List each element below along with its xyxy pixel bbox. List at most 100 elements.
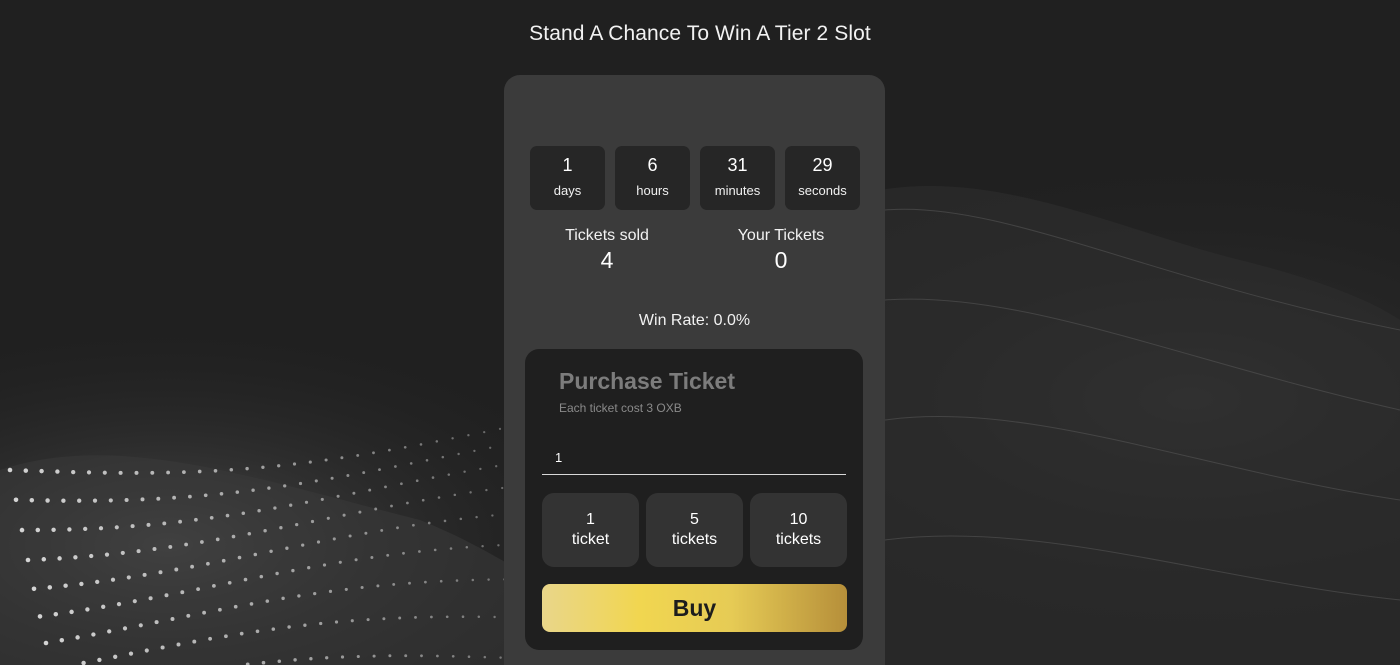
background-particle (196, 587, 201, 592)
background-particle (439, 579, 443, 583)
background-particle (436, 654, 439, 658)
background-particle (142, 572, 147, 577)
background-particle (200, 540, 204, 544)
background-particle (388, 654, 392, 658)
background-particle (356, 453, 360, 457)
tickets-sold-value: 4 (600, 247, 614, 273)
background-particle (97, 657, 102, 663)
countdown-timer: 1 days 6 hours 31 minutes 29 seconds (530, 146, 860, 210)
background-particle (451, 437, 454, 440)
background-particle (310, 519, 315, 524)
background-particle (257, 508, 261, 513)
background-particle (326, 516, 330, 520)
background-particle (218, 607, 222, 612)
countdown-value: 1 (562, 155, 573, 175)
countdown-days: 1 days (530, 146, 605, 210)
preset-1-ticket-button[interactable]: 1 ticket (542, 493, 639, 567)
background-particle (277, 464, 281, 468)
background-particle (501, 486, 504, 490)
background-particle (158, 570, 163, 575)
background-particle (366, 618, 370, 622)
page-title: Stand A Chance To Win A Tier 2 Slot (529, 22, 871, 45)
background-particle (441, 455, 445, 459)
background-particle (303, 623, 307, 627)
preset-10-tickets-button[interactable]: 10 tickets (750, 493, 847, 567)
background-particle (57, 556, 62, 561)
background-particle (287, 625, 291, 629)
background-particle (212, 584, 216, 588)
background-particle (182, 470, 186, 474)
background-particle (493, 615, 496, 619)
preset-5-tickets-button[interactable]: 5 tickets (646, 493, 743, 567)
background-particle (469, 491, 472, 494)
background-particle (192, 639, 197, 644)
countdown-value: 31 (727, 155, 748, 175)
background-particle (98, 526, 104, 531)
background-particle (275, 571, 279, 576)
background-particle (322, 563, 327, 567)
background-particle (485, 488, 488, 492)
background-particle (213, 469, 218, 473)
background-particle (148, 596, 153, 601)
background-particle (285, 546, 289, 550)
background-particle (243, 577, 248, 582)
your-tickets-label: Your Tickets (737, 227, 825, 244)
background-particle (186, 613, 191, 618)
background-particle (376, 584, 380, 588)
background-particle (360, 585, 364, 590)
background-particle (430, 615, 433, 619)
background-particle (178, 519, 183, 524)
background-particle (23, 468, 29, 473)
background-particle (487, 578, 490, 581)
background-particle (253, 552, 258, 557)
background-particle (332, 537, 336, 541)
background-particle (483, 655, 487, 659)
background-particle (368, 488, 372, 492)
buy-button[interactable]: Buy (542, 584, 847, 632)
background-particle (140, 497, 145, 502)
background-particle (190, 564, 195, 569)
background-particle (498, 427, 502, 430)
background-particle (495, 465, 498, 468)
background-particle (459, 517, 463, 521)
ticket-quantity-input[interactable] (542, 441, 846, 475)
background-particle (51, 527, 56, 533)
background-particle (309, 657, 313, 661)
background-particle (19, 527, 25, 533)
background-particle (313, 591, 317, 596)
background-particle (37, 614, 43, 619)
background-particle (39, 468, 44, 474)
background-particle (95, 579, 100, 585)
tickets-sold-stat: Tickets sold 4 (532, 227, 682, 274)
background-particle (245, 466, 249, 471)
background-particle (13, 497, 19, 503)
background-particle (362, 471, 366, 475)
background-particle (130, 524, 135, 529)
background-particle (43, 640, 49, 646)
background-particle (263, 528, 267, 533)
background-particle (101, 604, 106, 609)
background-particle (330, 476, 334, 480)
background-particle (170, 617, 175, 621)
background-particle (269, 549, 273, 554)
background-particle (378, 468, 381, 472)
background-particle (437, 496, 441, 499)
background-particle (427, 521, 431, 525)
background-particle (209, 515, 214, 520)
background-particle (443, 519, 447, 523)
background-particle (400, 482, 403, 486)
background-particle (421, 498, 425, 502)
background-particle (221, 558, 226, 563)
background-particle (92, 498, 98, 503)
background-particle (414, 615, 417, 619)
background-particle (194, 517, 198, 522)
background-particle (342, 513, 346, 517)
background-particle (29, 497, 35, 503)
background-particle (477, 615, 481, 619)
background-particle (380, 528, 384, 532)
background-particle (77, 498, 82, 503)
background-particle (277, 659, 282, 663)
your-tickets-stat: Your Tickets 0 (706, 227, 856, 274)
background-particle (328, 589, 333, 594)
background-particle (107, 629, 112, 634)
